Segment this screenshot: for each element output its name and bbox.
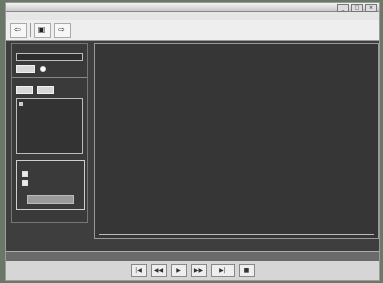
apply-button[interactable] bbox=[27, 195, 74, 204]
arrow-right-icon: ⇨ bbox=[58, 25, 65, 34]
player-controls: |◀ ◀◀ ▶ ▶▶ ▶| ■ bbox=[6, 261, 379, 280]
checkbox-box bbox=[22, 180, 28, 186]
list-item[interactable] bbox=[19, 102, 25, 106]
arrow-left-icon: ⇦ bbox=[14, 25, 21, 34]
back-button[interactable]: ⇦ bbox=[10, 22, 27, 38]
path-input[interactable] bbox=[16, 53, 83, 61]
last-frame-button[interactable]: ▶| bbox=[210, 264, 235, 277]
close-button[interactable]: × bbox=[365, 4, 377, 12]
minimize-button[interactable]: _ bbox=[337, 4, 349, 12]
status-bar bbox=[6, 251, 379, 261]
preview-baseline bbox=[99, 234, 374, 235]
toolbar: ⇦ ▣ ⇨ bbox=[6, 20, 379, 41]
image-icon: ▣ bbox=[37, 25, 46, 34]
fast-forward-button[interactable]: ▶▶ bbox=[190, 264, 207, 277]
remove-button[interactable] bbox=[37, 86, 54, 94]
checkbox-box bbox=[22, 171, 28, 177]
play-button[interactable]: ▶ bbox=[170, 264, 187, 277]
option-radio[interactable] bbox=[40, 66, 48, 72]
title-bar: _ □ × bbox=[6, 3, 379, 12]
item-list[interactable] bbox=[16, 98, 83, 154]
image-button[interactable]: ▣ bbox=[33, 22, 52, 38]
file-icon bbox=[19, 102, 23, 106]
first-frame-button[interactable]: |◀ bbox=[130, 264, 147, 277]
left-panel bbox=[11, 43, 88, 223]
app-window: _ □ × ⇦ ▣ ⇨ |◀ ◀◀ ▶ ▶▶ ▶| ■ bbox=[5, 2, 380, 281]
options-group bbox=[16, 160, 85, 210]
preview-area[interactable] bbox=[94, 43, 379, 239]
checkbox-1[interactable] bbox=[22, 171, 30, 177]
browse-button[interactable] bbox=[16, 65, 35, 73]
rewind-button[interactable]: ◀◀ bbox=[150, 264, 167, 277]
window-controls: _ □ × bbox=[337, 4, 377, 12]
add-button[interactable] bbox=[16, 86, 33, 94]
stop-button[interactable]: ■ bbox=[238, 264, 255, 277]
toolbar-separator bbox=[29, 23, 31, 37]
forward-button[interactable]: ⇨ bbox=[54, 22, 71, 38]
radio-dot bbox=[40, 66, 46, 72]
maximize-button[interactable]: □ bbox=[351, 4, 363, 12]
divider bbox=[12, 77, 87, 78]
checkbox-2[interactable] bbox=[22, 180, 30, 186]
